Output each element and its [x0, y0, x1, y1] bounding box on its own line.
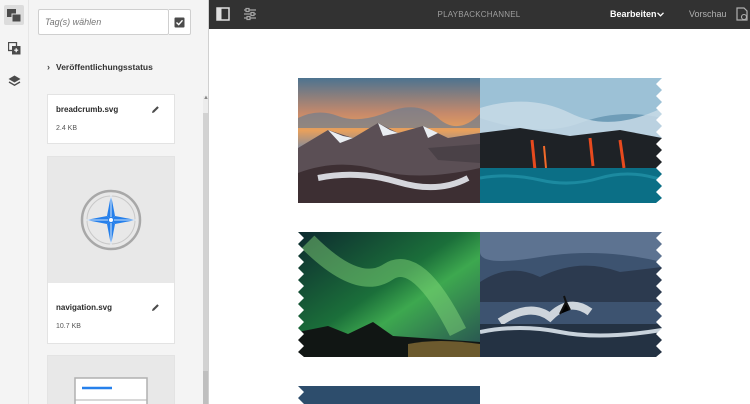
image-partial[interactable]	[298, 386, 480, 404]
asset-name: navigation.svg	[56, 303, 113, 312]
layout-preview-icon	[74, 377, 148, 404]
page-title: PLAYBACKCHANNEL	[437, 10, 521, 19]
chevron-right-icon: ›	[47, 62, 50, 72]
chevron-down-icon[interactable]	[657, 12, 664, 17]
filter-publication-status[interactable]: › Veröffentlichungsstatus	[47, 60, 153, 74]
checkbox-icon	[174, 17, 185, 27]
pencil-icon[interactable]	[151, 105, 160, 114]
assets-icon[interactable]	[4, 5, 24, 25]
page-properties-icon[interactable]	[242, 6, 258, 22]
asset-panel: › Veröffentlichungsstatus breadcrumb.svg…	[29, 0, 209, 404]
image-snowy-mountains[interactable]	[298, 78, 480, 203]
asset-card[interactable]: navigation.svg 10.7 KB	[47, 156, 175, 344]
preview-button[interactable]: Vorschau	[689, 0, 727, 29]
asset-card[interactable]: breadcrumb.svg 2.4 KB	[47, 94, 175, 144]
mode-selector[interactable]: Bearbeiten	[610, 0, 657, 29]
image-surfer[interactable]	[480, 232, 662, 357]
tag-select-toggle[interactable]	[169, 9, 191, 35]
toggle-side-panel-icon[interactable]	[215, 6, 231, 22]
asset-card[interactable]	[47, 355, 175, 404]
image-lava-ocean[interactable]	[480, 78, 662, 203]
filter-label: Veröffentlichungsstatus	[56, 62, 153, 72]
asset-name: breadcrumb.svg	[56, 105, 119, 114]
asset-thumbnail	[48, 157, 174, 283]
page-canvas	[209, 29, 750, 404]
layers-icon[interactable]	[4, 71, 24, 91]
image-aurora[interactable]	[298, 232, 480, 357]
top-toolbar: PLAYBACKCHANNEL Bearbeiten Vorschau	[209, 0, 750, 29]
compass-icon	[80, 189, 142, 251]
side-rail	[0, 0, 29, 404]
app-window: › Veröffentlichungsstatus breadcrumb.svg…	[0, 0, 750, 404]
asset-size: 2.4 KB	[56, 125, 78, 132]
tag-select-input[interactable]	[38, 9, 169, 35]
document-settings-icon[interactable]	[736, 7, 748, 21]
asset-thumbnail	[48, 356, 174, 404]
asset-size: 10.7 KB	[56, 323, 81, 330]
components-icon[interactable]	[4, 38, 24, 58]
pencil-icon[interactable]	[151, 303, 160, 312]
